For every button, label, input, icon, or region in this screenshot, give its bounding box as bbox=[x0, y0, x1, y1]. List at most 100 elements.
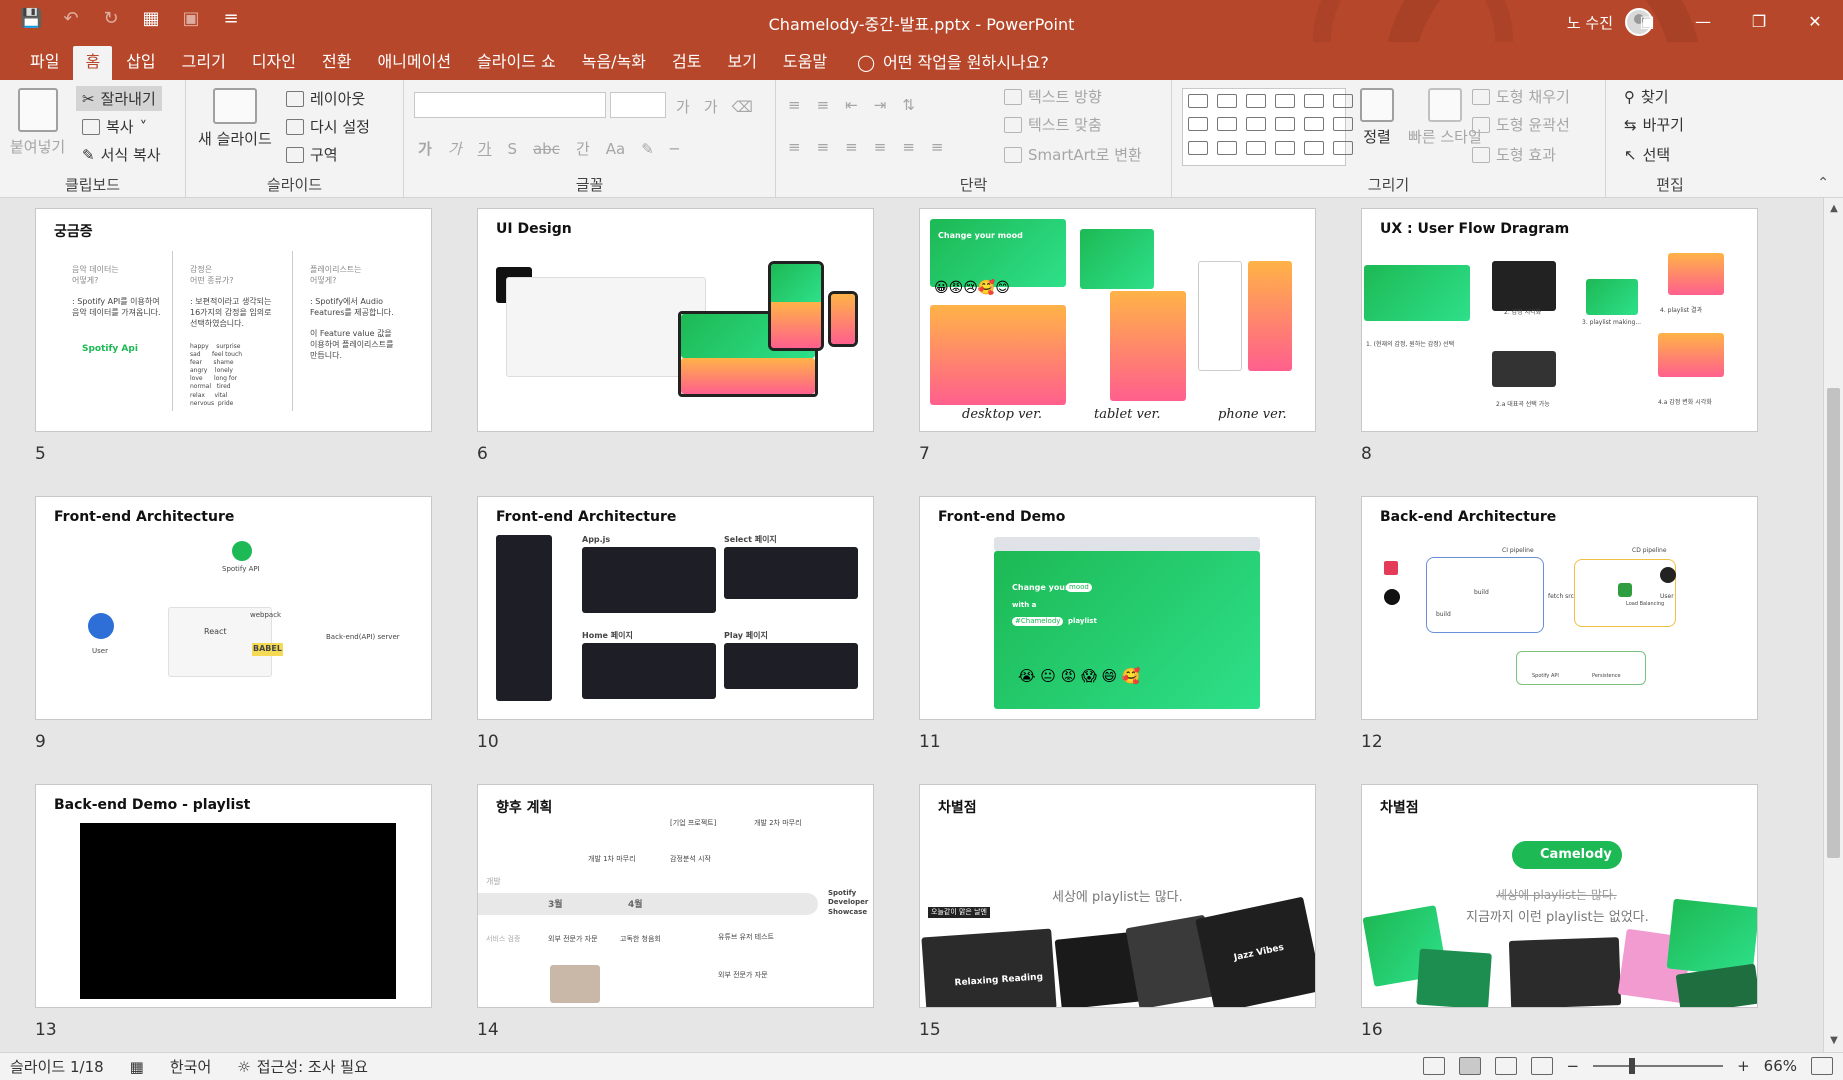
text-direction-button[interactable]: 텍스트 방향 bbox=[1004, 86, 1102, 107]
char-spacing-icon[interactable]: 간 bbox=[576, 138, 590, 159]
close-icon[interactable]: ✕ bbox=[1787, 0, 1843, 42]
slide-thumbnail-16[interactable]: 차별점 Camelody 세상에 playlist는 많다. 지금까지 이런 p… bbox=[1361, 784, 1758, 1008]
tell-me-box[interactable]: ◯ 어떤 작업을 원하시나요? bbox=[857, 46, 1049, 80]
smartart-button[interactable]: SmartArt로 변환 bbox=[1004, 144, 1142, 165]
tab-help[interactable]: 도움말 bbox=[771, 46, 839, 80]
slide-thumbnail-5[interactable]: 궁금증 음악 데이터는 어떻게? : Spotify API를 이용하여 음악 … bbox=[35, 208, 432, 432]
cut-button[interactable]: ✂ 잘라내기 bbox=[76, 86, 162, 111]
tab-transitions[interactable]: 전환 bbox=[310, 46, 363, 80]
slide-thumbnail-15[interactable]: 차별점 세상에 playlist는 많다. Relaxing Reading 오… bbox=[919, 784, 1316, 1008]
shape-icon[interactable] bbox=[1246, 94, 1266, 108]
format-painter-button[interactable]: ✎ 서식 복사 bbox=[82, 144, 161, 165]
shape-icon[interactable] bbox=[1246, 117, 1266, 132]
shape-icon[interactable] bbox=[1217, 94, 1237, 108]
zoom-slider[interactable] bbox=[1593, 1058, 1724, 1074]
tab-file[interactable]: 파일 bbox=[18, 46, 71, 80]
shape-icon[interactable] bbox=[1217, 117, 1237, 132]
slide-thumbnail-11[interactable]: Front-end Demo Change your mood with a #… bbox=[919, 496, 1316, 720]
slide-thumbnail-9[interactable]: Front-end Architecture Spotify API User … bbox=[35, 496, 432, 720]
align-right-icon[interactable]: ≡ bbox=[845, 138, 858, 156]
shape-effects-button[interactable]: 도형 효과 bbox=[1472, 144, 1556, 165]
slide-sorter[interactable]: 궁금증 음악 데이터는 어떻게? : Spotify API를 이용하여 음악 … bbox=[0, 198, 1823, 1052]
clear-format-icon[interactable]: ⌫ bbox=[732, 98, 753, 116]
align-left-icon[interactable]: ≡ bbox=[788, 138, 801, 156]
shape-icon[interactable] bbox=[1188, 140, 1208, 155]
tab-record[interactable]: 녹음/녹화 bbox=[570, 46, 658, 80]
strikethrough-icon[interactable]: abc bbox=[533, 140, 560, 158]
shape-icon[interactable] bbox=[1275, 117, 1295, 132]
slide-thumbnail-6[interactable]: UI Design bbox=[477, 208, 874, 432]
shrink-font-icon[interactable]: 가 bbox=[704, 96, 718, 117]
reset-button[interactable]: 다시 설정 bbox=[286, 116, 370, 137]
tab-design[interactable]: 디자인 bbox=[240, 46, 308, 80]
shape-icon[interactable] bbox=[1275, 140, 1295, 155]
tab-draw[interactable]: 그리기 bbox=[170, 46, 238, 80]
slide-thumbnail-14[interactable]: 향후 계획 개발 서비스 검증 3월 4월 개발 1차 마무리 [기업 프로젝트… bbox=[477, 784, 874, 1008]
scroll-up-icon[interactable]: ▲ bbox=[1824, 200, 1843, 218]
quick-styles-button[interactable]: 빠른 스타일 bbox=[1408, 88, 1482, 147]
shape-icon[interactable] bbox=[1333, 140, 1353, 155]
replace-button[interactable]: ⇆ 바꾸기 bbox=[1624, 114, 1684, 135]
paste-button[interactable]: 붙여넣기 bbox=[10, 88, 65, 157]
tab-insert[interactable]: 삽입 bbox=[114, 46, 167, 80]
slide-thumbnail-12[interactable]: Back-end Architecture CI pipeline build … bbox=[1361, 496, 1758, 720]
bullets-icon[interactable]: ≡ bbox=[788, 96, 801, 114]
zoom-in-button[interactable]: + bbox=[1737, 1057, 1750, 1075]
align-text-button[interactable]: 텍스트 맞춤 bbox=[1004, 114, 1102, 135]
ribbon-display-icon[interactable]: ▣ bbox=[1619, 0, 1675, 42]
layout-button[interactable]: 레이아웃 bbox=[286, 88, 365, 109]
maximize-icon[interactable]: ❐ bbox=[1731, 0, 1787, 42]
slide-thumbnail-7[interactable]: Change your mood 😀😡😢🥰😊 desktop ver. tabl… bbox=[919, 208, 1316, 432]
decrease-indent-icon[interactable]: ⇤ bbox=[845, 96, 858, 114]
shape-fill-button[interactable]: 도형 채우기 bbox=[1472, 86, 1570, 107]
font-name-field[interactable] bbox=[414, 92, 606, 118]
arrange-button[interactable]: 정렬 bbox=[1360, 88, 1394, 147]
minimize-icon[interactable]: — bbox=[1675, 0, 1731, 42]
tab-review[interactable]: 검토 bbox=[660, 46, 713, 80]
increase-indent-icon[interactable]: ⇥ bbox=[874, 96, 887, 114]
shape-outline-button[interactable]: 도형 윤곽선 bbox=[1472, 114, 1570, 135]
copy-button[interactable]: 복사 ˅ bbox=[82, 116, 147, 137]
underline-icon[interactable]: 가 bbox=[478, 138, 492, 159]
line-spacing-icon[interactable]: ⇅ bbox=[902, 96, 915, 114]
scroll-thumb[interactable] bbox=[1827, 388, 1840, 858]
columns-icon[interactable]: ≡ bbox=[931, 138, 944, 156]
tab-animations[interactable]: 애니메이션 bbox=[365, 46, 463, 80]
font-size-field[interactable] bbox=[610, 92, 666, 118]
normal-view-button[interactable] bbox=[1422, 1057, 1445, 1075]
shape-icon[interactable] bbox=[1188, 117, 1208, 132]
shape-icon[interactable] bbox=[1333, 94, 1353, 108]
shape-icon[interactable] bbox=[1304, 117, 1324, 132]
slide-thumbnail-13[interactable]: Back-end Demo - playlist bbox=[35, 784, 432, 1008]
shapes-gallery[interactable] bbox=[1182, 88, 1353, 166]
shape-icon[interactable] bbox=[1246, 140, 1266, 155]
tab-view[interactable]: 보기 bbox=[715, 46, 768, 80]
justify-icon[interactable]: ≡ bbox=[874, 138, 887, 156]
zoom-slider-knob[interactable] bbox=[1629, 1058, 1636, 1074]
tab-slideshow[interactable]: 슬라이드 쇼 bbox=[465, 46, 568, 80]
reading-view-button[interactable] bbox=[1494, 1057, 1517, 1075]
select-button[interactable]: ↖ 선택 bbox=[1624, 144, 1670, 165]
fit-to-window-button[interactable] bbox=[1811, 1057, 1833, 1075]
vertical-scrollbar[interactable]: ▲ ▼ bbox=[1823, 198, 1843, 1052]
language-indicator[interactable]: 한국어 bbox=[170, 1056, 211, 1077]
shadow-icon[interactable]: S bbox=[507, 140, 517, 158]
highlight-icon[interactable]: ✎ bbox=[641, 140, 654, 158]
demo-video[interactable] bbox=[80, 823, 396, 999]
accessibility-checker[interactable]: ☼ 접근성: 조사 필요 bbox=[237, 1056, 368, 1077]
italic-icon[interactable]: 가 bbox=[448, 138, 462, 159]
distribute-icon[interactable]: ≡ bbox=[902, 138, 915, 156]
shape-icon[interactable] bbox=[1188, 94, 1208, 108]
bold-icon[interactable]: 가 bbox=[418, 138, 432, 159]
shape-icon[interactable] bbox=[1304, 140, 1324, 155]
slide-thumbnail-10[interactable]: Front-end Architecture App.js Select 페이지… bbox=[477, 496, 874, 720]
collapse-ribbon-icon[interactable]: ⌃ bbox=[1817, 175, 1829, 191]
numbering-icon[interactable]: ≡ bbox=[817, 96, 830, 114]
slideshow-button[interactable] bbox=[1530, 1057, 1553, 1075]
change-case-icon[interactable]: Aa bbox=[606, 140, 625, 158]
grow-font-icon[interactable]: 가 bbox=[676, 96, 690, 117]
user-name[interactable]: 노 수진 bbox=[1567, 12, 1613, 33]
font-color-icon[interactable]: ─ bbox=[670, 140, 679, 158]
tell-me-text[interactable]: 어떤 작업을 원하시나요? bbox=[883, 47, 1049, 79]
scroll-down-icon[interactable]: ▼ bbox=[1824, 1032, 1843, 1050]
